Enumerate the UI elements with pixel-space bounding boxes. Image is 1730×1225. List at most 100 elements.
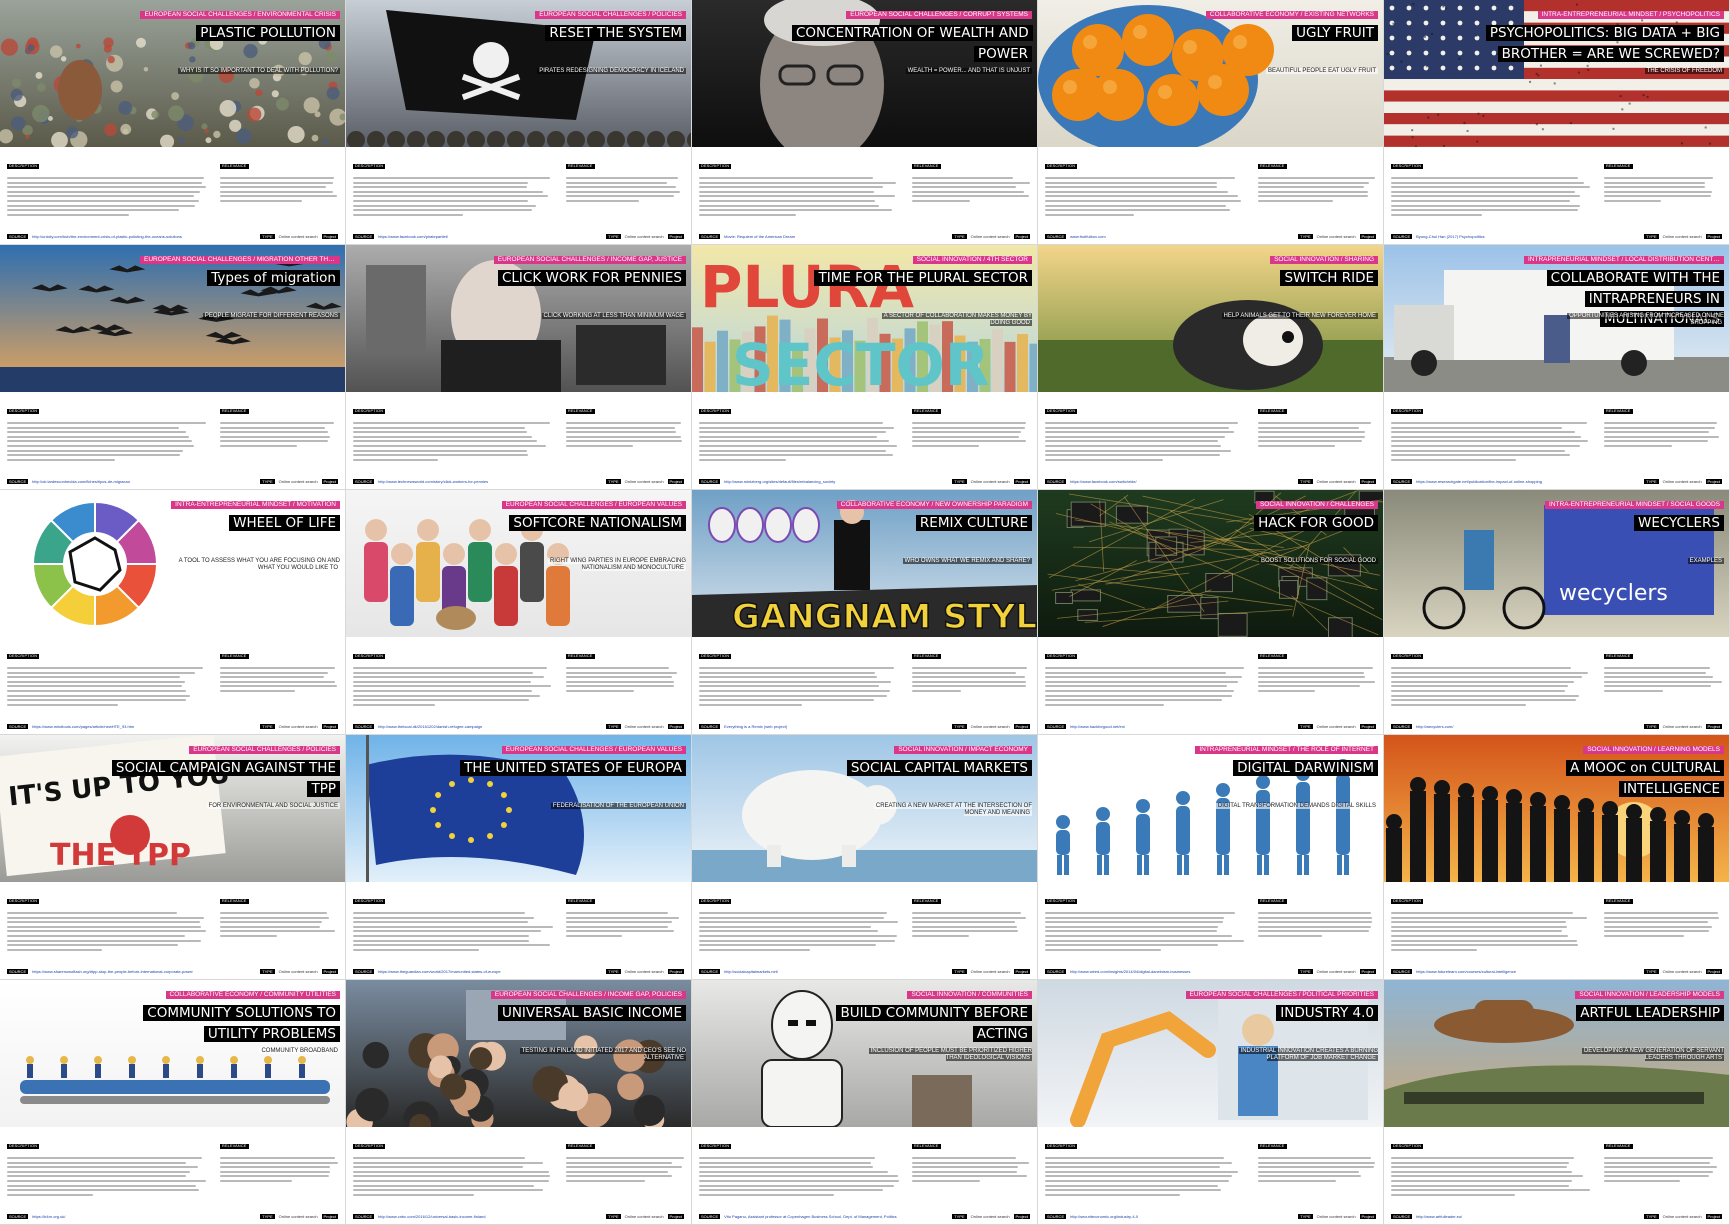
source-link[interactable]: http://securiteconomic.org/industry-4-0 <box>1070 1214 1294 1219</box>
inspiration-card-19[interactable]: INTRAPRENEURIAL MINDSET / THE ROLE OF IN… <box>1038 735 1384 980</box>
source-link[interactable]: http://www.wired.com/insights/2014/04/di… <box>1070 969 1294 974</box>
source-link[interactable]: http://www.hackforgood.net/en/ <box>1070 724 1294 729</box>
inspiration-card-2[interactable]: EUROPEAN SOCIAL CHALLENGES / POLICIES RE… <box>346 0 692 245</box>
text-line <box>220 934 278 937</box>
text-line <box>7 195 194 198</box>
text-line <box>220 676 325 679</box>
inspiration-card-21[interactable]: COLLABORATIVE ECONOMY / COMMUNITY UTILIT… <box>0 980 346 1225</box>
source-link[interactable]: https://www.theguardian.com/world/2017/m… <box>378 969 602 974</box>
svg-text:THE TPP: THE TPP <box>50 838 191 873</box>
text-line <box>353 671 533 674</box>
card-image: INTRA-ENTREPRENEURIAL MINDSET / MOTIVATI… <box>0 490 345 637</box>
text-line <box>1045 195 1239 198</box>
source-link[interactable]: Vito Paganu, Assistant professor at Cope… <box>724 1214 948 1219</box>
source-label: SOURCE <box>7 479 29 484</box>
text-line <box>1391 912 1573 914</box>
source-link[interactable]: http://www.cnbc.com/2016/12/universal-ba… <box>378 1214 602 1219</box>
source-link[interactable]: http://www.thelocal.dk/20161202/danish-r… <box>378 724 602 729</box>
text-line <box>1258 934 1322 937</box>
inspiration-card-9[interactable]: SOCIAL INNOVATION / SHARING SWITCH RIDE … <box>1038 245 1384 490</box>
source-link[interactable]: http://wecyclers.com/ <box>1416 724 1640 729</box>
relevance-text <box>1258 667 1376 692</box>
text-line <box>353 181 529 184</box>
type-label: TYPE <box>1644 969 1659 974</box>
inspiration-card-18[interactable]: SOCIAL INNOVATION / IMPACT ECONOMY SOCIA… <box>692 735 1038 980</box>
card-title-text: DIGITAL DARWINISM <box>1233 760 1378 776</box>
card-subtitle-text: CLICK WORKING AT LESS THAN MINIMUM WAGE <box>541 313 686 319</box>
text-line <box>1258 912 1371 914</box>
inspiration-card-20[interactable]: SOCIAL INNOVATION / LEARNING MODELS A MO… <box>1384 735 1730 980</box>
text-line <box>353 1179 549 1182</box>
inspiration-card-16[interactable]: IT'S UP TO YOU THE TPP EUROPEAN SOCIAL CH… <box>0 735 346 980</box>
source-link[interactable]: https://www.facebook.com/switchride/ <box>1070 479 1294 484</box>
source-link[interactable]: Everything is a Remix (web project) <box>724 724 948 729</box>
source-link[interactable]: http://unicity.com/hub/the-environment-c… <box>32 234 256 239</box>
text-line <box>353 204 537 207</box>
svg-text:wecyclers: wecyclers <box>1559 581 1668 606</box>
inspiration-card-23[interactable]: SOCIAL INNOVATION / COMMUNITIES BUILD CO… <box>692 980 1038 1225</box>
source-label: SOURCE <box>1045 234 1067 239</box>
text-line <box>1045 444 1221 447</box>
inspiration-card-3[interactable]: EUROPEAN SOCIAL CHALLENGES / CORRUPT SYS… <box>692 0 1038 245</box>
text-line <box>1391 1184 1569 1187</box>
source-label: SOURCE <box>7 234 29 239</box>
source-link[interactable]: http://www.mintzberg.org/sites/default/f… <box>724 479 948 484</box>
inspiration-card-7[interactable]: EUROPEAN SOCIAL CHALLENGES / INCOME GAP,… <box>346 245 692 490</box>
source-link[interactable]: http://www.technewsworld.com/story/click… <box>378 479 602 484</box>
inspiration-card-4[interactable]: COLLABORATIVE ECONOMY / EXISTING NETWORK… <box>1038 0 1384 245</box>
card-footer: SOURCE Vito Paganu, Assistant professor … <box>699 1213 1030 1220</box>
source-link[interactable]: http://www.artfulleader.eu/ <box>1416 1214 1640 1219</box>
description-section: DESCRIPTION <box>1391 154 1591 226</box>
source-link[interactable]: Byung-Chul Han (2017) Psychopolitics <box>1416 234 1640 239</box>
inspiration-card-5[interactable]: INTRA-ENTREPRENEURIAL MINDSET / PSYCHOPO… <box>1384 0 1730 245</box>
source-link[interactable]: https://www.sharenowoflash.org/#tpp-stop… <box>32 969 256 974</box>
text-line <box>1391 948 1477 951</box>
inspiration-card-17[interactable]: EUROPEAN SOCIAL CHALLENGES / EUROPEAN VA… <box>346 735 692 980</box>
relevance-label: RELEVANCE <box>912 1144 941 1149</box>
source-link[interactable]: https://www.futurelearn.com/courses/cult… <box>1416 969 1640 974</box>
source-link[interactable]: www.fruitfulbox.com <box>1070 234 1294 239</box>
inspiration-card-6[interactable]: EUROPEAN SOCIAL CHALLENGES / MIGRATION O… <box>0 245 346 490</box>
relevance-section: RELEVANCE <box>566 644 684 716</box>
inspiration-card-8[interactable]: PLURA SECTOR SOCIAL INNOVATION / 4TH SECT… <box>692 245 1038 490</box>
card-image: SOCIAL INNOVATION / SHARING SWITCH RIDE … <box>1038 245 1383 392</box>
source-link[interactable]: https://b4rn.org.uk/ <box>32 1214 256 1219</box>
inspiration-card-12[interactable]: EUROPEAN SOCIAL CHALLENGES / EUROPEAN VA… <box>346 490 692 735</box>
source-link[interactable]: https://www.facebook.com/piratepartiet/ <box>378 234 602 239</box>
card-title: REMIX CULTURE <box>915 512 1032 533</box>
card-category: SOCIAL INNOVATION / IMPACT ECONOMY <box>894 746 1032 754</box>
inspiration-card-14[interactable]: SOCIAL INNOVATION / CHALLENGES HACK FOR … <box>1038 490 1384 735</box>
inspiration-card-22[interactable]: EUROPEAN SOCIAL CHALLENGES / INCOME GAP,… <box>346 980 692 1225</box>
relevance-label: RELEVANCE <box>566 1144 595 1149</box>
card-subtitle: DEVELOPING A NEW GENERATION OF SERVANT L… <box>1554 1048 1724 1062</box>
inspiration-card-11[interactable]: INTRA-ENTREPRENEURIAL MINDSET / MOTIVATI… <box>0 490 346 735</box>
card-title: INDUSTRY 4.0 <box>1276 1002 1378 1023</box>
inspiration-card-15[interactable]: wecyclers INTRA-ENTREPRENEURIAL MINDSET … <box>1384 490 1730 735</box>
text-line <box>1045 1193 1180 1196</box>
card-category: EUROPEAN SOCIAL CHALLENGES / CORRUPT SYS… <box>846 11 1032 19</box>
text-line <box>1258 431 1366 434</box>
text-line <box>699 454 894 457</box>
text-line <box>1045 181 1218 184</box>
source-link[interactable]: https://www.researchgate.net/publication… <box>1416 479 1640 484</box>
inspiration-card-10[interactable]: INTRAPRENEURIAL MINDSET / LOCAL DISTRIBU… <box>1384 245 1730 490</box>
text-line <box>699 458 786 461</box>
description-text <box>7 177 207 216</box>
text-line <box>699 1184 895 1187</box>
card-title: BUILD COMMUNITY BEFORE ACTING <box>792 1002 1032 1043</box>
card-image: SOCIAL INNOVATION / LEARNING MODELS A MO… <box>1384 735 1729 882</box>
source-link[interactable]: https://www.mindtools.com/pages/article/… <box>32 724 256 729</box>
source-link[interactable]: http://oir.lardesconhecida.com/fiches/ti… <box>32 479 256 484</box>
text-line <box>699 689 891 692</box>
source-link[interactable]: Movie: Requiem of the American Dream <box>724 234 948 239</box>
text-line <box>699 667 894 669</box>
inspiration-card-13[interactable]: GANGNAM STYLE COLLABORATIVE ECONOMY / NE… <box>692 490 1038 735</box>
type-label: TYPE <box>952 234 967 239</box>
inspiration-card-24[interactable]: EUROPEAN SOCIAL CHALLENGES / POLITICAL P… <box>1038 980 1384 1225</box>
text-line <box>353 435 532 438</box>
source-link[interactable]: http://socialcapitalmarkets.net/ <box>724 969 948 974</box>
card-footer: SOURCE https://b4rn.org.uk/ TYPE Online … <box>7 1213 338 1220</box>
inspiration-card-1[interactable]: EUROPEAN SOCIAL CHALLENGES / ENVIRONMENT… <box>0 0 346 245</box>
inspiration-card-25[interactable]: SOCIAL INNOVATION / LEADERSHIP MODELS AR… <box>1384 980 1730 1225</box>
text-line <box>220 422 334 424</box>
